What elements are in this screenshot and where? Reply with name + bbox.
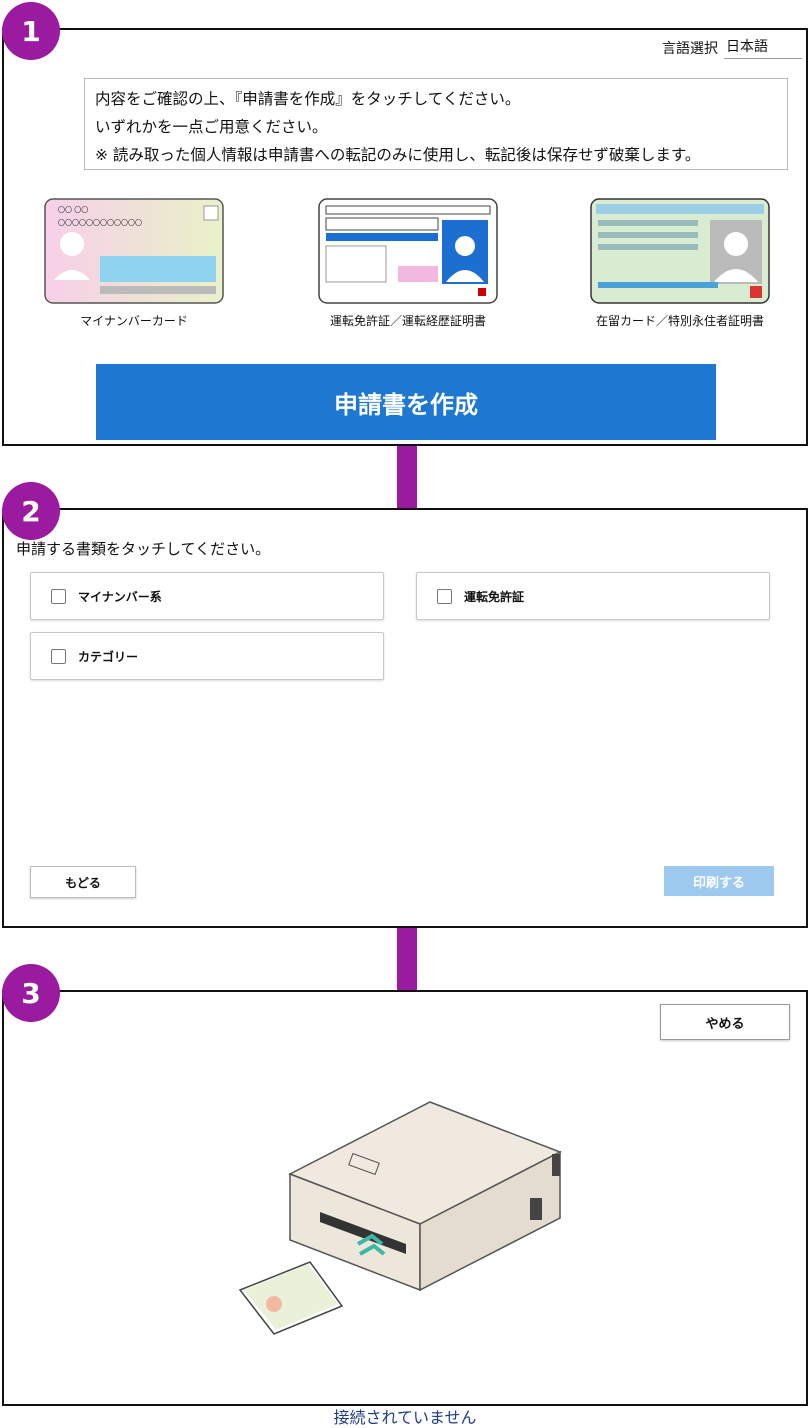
card-reader-illustration [238, 1101, 562, 1335]
card-caption: 運転免許証／運転経歴証明書 [329, 314, 486, 328]
step1-panel: 言語選択 日本語 内容をご確認の上、『申請書を作成』をタッチしてください。 いず… [2, 28, 808, 446]
language-selector[interactable]: 言語選択 日本語 [662, 36, 802, 59]
svg-text:〇〇〇〇〇〇〇〇〇〇〇〇: 〇〇〇〇〇〇〇〇〇〇〇〇 [58, 219, 142, 227]
option-mynumber[interactable]: マイナンバー系 [30, 572, 384, 620]
option-label: カテゴリー [78, 649, 139, 664]
checkbox[interactable] [437, 588, 452, 604]
option-category[interactable]: カテゴリー [30, 632, 384, 680]
notice-line: ※ 読み取った個人情報は申請書への転記のみに使用し、転記後は保存せず破棄します。 [95, 146, 701, 164]
option-label: 運転免許証 [464, 589, 525, 604]
notice-line: 内容をご確認の上、『申請書を作成』をタッチしてください。 [95, 90, 521, 108]
card-option-mynumber: 〇〇 〇〇 〇〇〇〇〇〇〇〇〇〇〇〇 マイナンバーカード [42, 198, 226, 329]
create-application-button[interactable]: 申請書を作成 [96, 364, 716, 440]
step-badge: 3 [2, 964, 60, 1022]
notice-line: いずれかを一点ご用意ください。 [95, 118, 328, 136]
residence-card-icon [590, 198, 770, 304]
svg-text:〇〇 〇〇: 〇〇 〇〇 [58, 206, 88, 214]
notice-box: 内容をご確認の上、『申請書を作成』をタッチしてください。 いずれかを一点ご用意く… [84, 78, 788, 170]
step-badge: 2 [2, 482, 60, 540]
step2-panel: 申請する書類をタッチしてください。 マイナンバー系 運転免許証 カテゴリー もど… [2, 508, 808, 928]
drivers-license-icon [318, 198, 498, 304]
language-label: 言語選択 [662, 40, 718, 57]
card-caption: マイナンバーカード [80, 314, 188, 328]
step-connector [397, 446, 417, 510]
cancel-button[interactable]: やめる [660, 1004, 790, 1040]
step-badge: 1 [2, 2, 60, 60]
back-button[interactable]: もどる [30, 866, 136, 898]
checkbox[interactable] [51, 648, 66, 664]
my-number-card-icon: 〇〇 〇〇 〇〇〇〇〇〇〇〇〇〇〇〇 [44, 198, 224, 304]
checkbox[interactable] [51, 588, 66, 604]
card-option-license: 運転免許証／運転経歴証明書 [316, 198, 500, 329]
card-caption: 在留カード／特別永住者証明書 [595, 314, 764, 328]
card-option-residence: 在留カード／特別永住者証明書 [588, 198, 772, 329]
step3-panel: やめる 接続されていません [2, 990, 808, 1427]
page-title: 申請する書類をタッチしてください。 [16, 540, 271, 558]
option-license[interactable]: 運転免許証 [416, 572, 770, 620]
step-connector [397, 928, 417, 992]
language-select[interactable]: 日本語 [724, 36, 802, 59]
option-label: マイナンバー系 [78, 589, 162, 604]
print-button[interactable]: 印刷する [664, 866, 774, 896]
